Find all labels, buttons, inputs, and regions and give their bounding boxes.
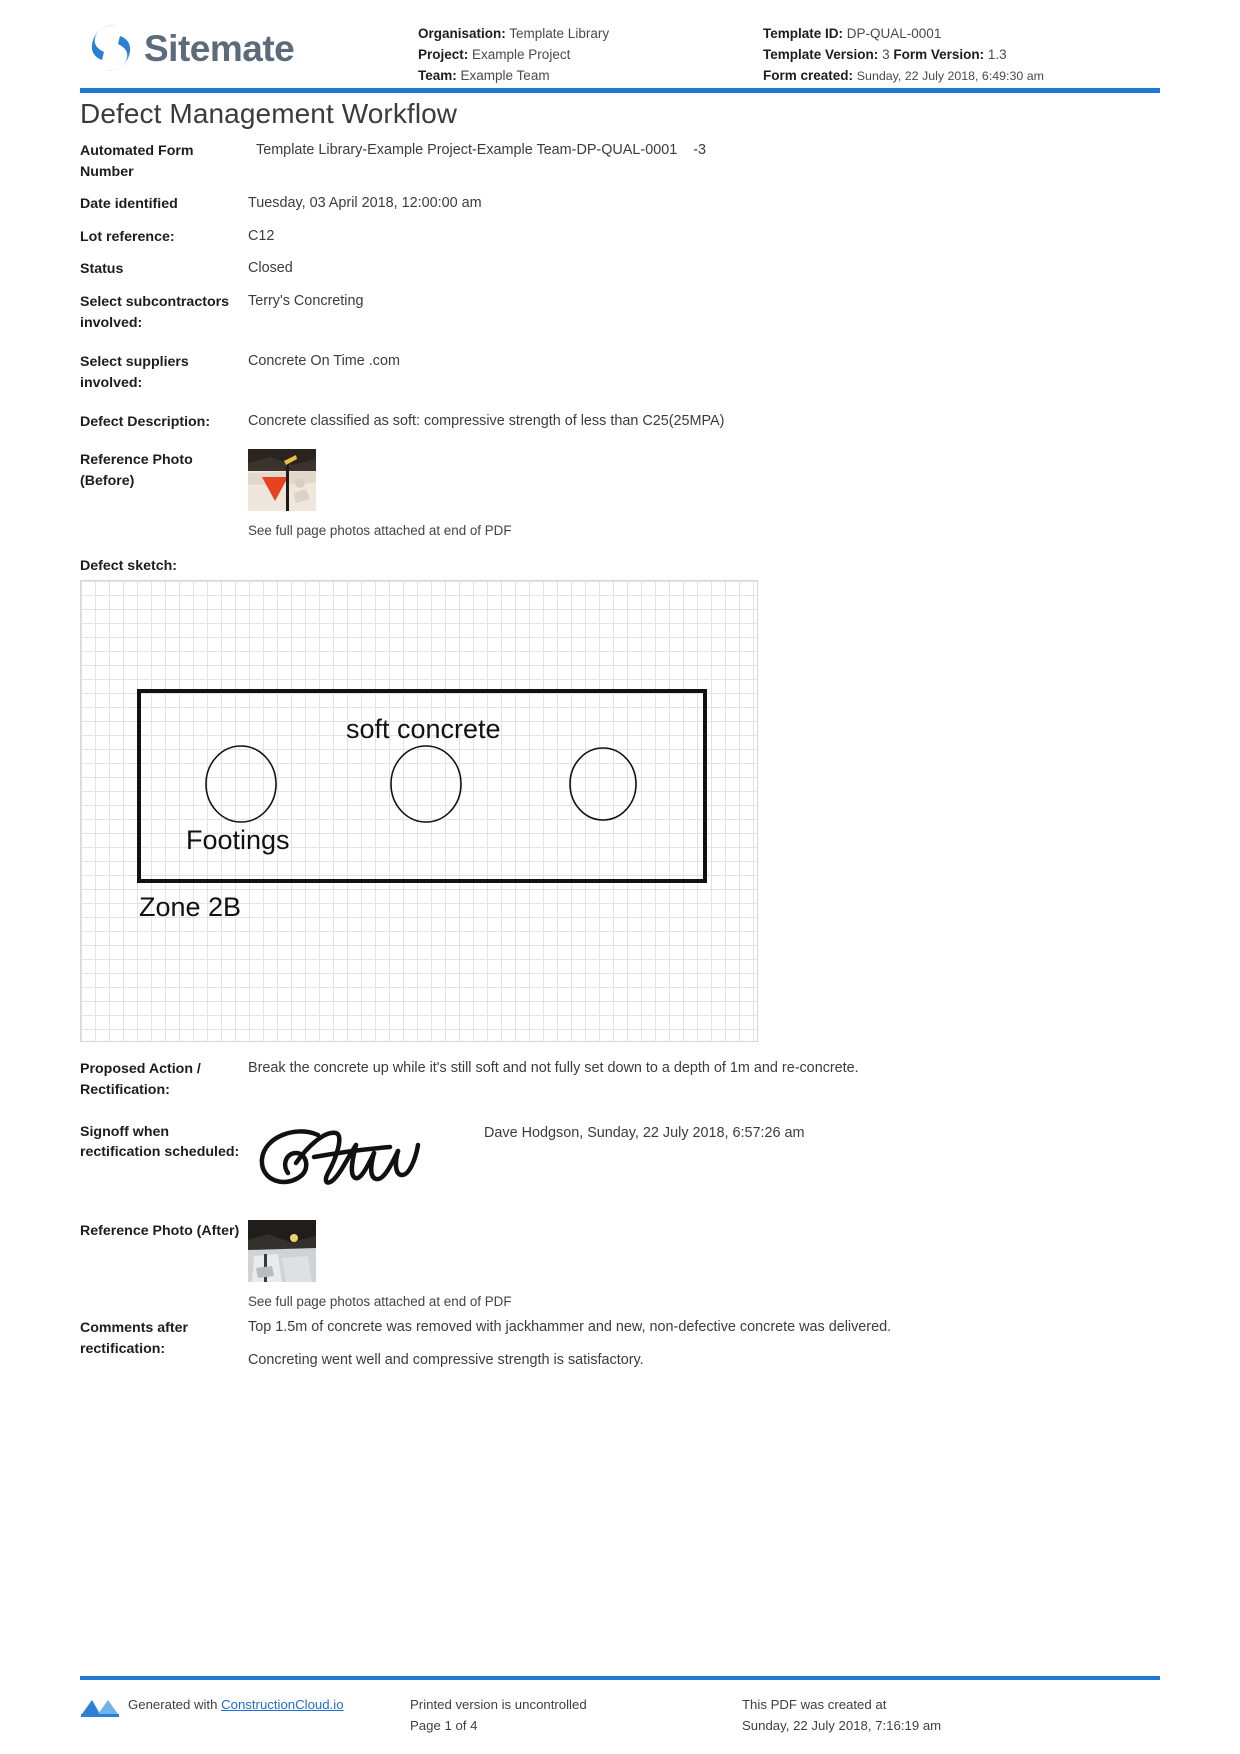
field-value: Template Library-Example Project-Example… [248,140,1160,161]
automated-form-number-value: Template Library-Example Project-Example… [256,142,678,158]
field-suppliers: Select suppliers involved: Concrete On T… [80,351,1160,393]
constructioncloud-logo-icon [80,1696,120,1718]
field-reference-photo-before: Reference Photo (Before) See full page p… [80,448,1160,540]
field-value: C12 [248,227,275,244]
automated-form-number-suffix: -3 [693,142,707,158]
field-label: Defect Description: [80,414,211,431]
field-value: See full page photos attached at end of … [248,448,1160,540]
field-value: Tuesday, 03 April 2018, 12:00:00 am [248,195,482,212]
sitemate-logo-icon [88,22,134,74]
header-divider [80,88,1160,93]
pdf-page: Sitemate Organisation: Template Library … [0,0,1240,1754]
field-reference-photo-after: Reference Photo (After) See full page ph… [80,1219,1160,1311]
header-project-value: Example Project [472,46,571,62]
brand-logo: Sitemate [88,18,418,74]
header-form-created-row: Form created: Sunday, 22 July 2018, 6:49… [763,66,1044,87]
field-value: Break the concrete up while it's still s… [248,1060,859,1077]
defect-sketch-canvas[interactable]: soft concrete Footings Zone 2B [80,580,758,1043]
field-lot-reference: Lot reference: C12 [80,226,1160,248]
field-label: Select subcontractors involved: [80,293,230,331]
footer-created-at-value: Sunday, 22 July 2018, 7:16:19 am [742,1717,942,1733]
document-body: Defect Management Workflow Automated For… [0,98,1240,1371]
footer-page-number: Page 1 of 4 [410,1717,478,1733]
brand-name: Sitemate [144,27,295,69]
thumbnail-wrapper-after: See full page photos attached at end of … [248,1219,1160,1311]
field-value: Top 1.5m of concrete was removed with ja… [248,1317,1160,1371]
header-meta-right: Template ID: DP-QUAL-0001 Template Versi… [763,18,1044,87]
header-template-version-value: 3 [882,46,890,62]
header-organisation-row: Organisation: Template Library [418,24,763,45]
header-team-label: Team: [418,67,457,83]
field-label: Date identified [80,196,178,213]
header-form-created-label: Form created: [763,67,854,83]
handwritten-signature-icon [256,1123,484,1200]
field-date-identified: Date identified Tuesday, 03 April 2018, … [80,193,1160,215]
document-header: Sitemate Organisation: Template Library … [0,0,1240,83]
signoff-value: Dave Hodgson, Sunday, 22 July 2018, 6:57… [484,1124,805,1141]
header-template-version-label: Template Version: [763,46,879,62]
header-form-created-value: Sunday, 22 July 2018, 6:49:30 am [856,68,1044,83]
footer-divider [80,1676,1160,1680]
constructioncloud-link[interactable]: ConstructionCloud.io [221,1697,343,1712]
header-template-id-value: DP-QUAL-0001 [846,26,942,41]
comment-line-2: Concreting went well and compressive str… [248,1351,644,1368]
document-footer: Generated with ConstructionCloud.io Prin… [80,1695,1160,1736]
footer-created-at: This PDF was created at Sunday, 22 July … [742,1695,1160,1736]
photo-thumbnail-before-icon[interactable] [248,448,316,511]
page-title: Defect Management Workflow [80,98,458,129]
sketch-annotation-soft-concrete: soft concrete [346,714,501,744]
comment-line-1: Top 1.5m of concrete was removed with ja… [248,1319,892,1335]
header-organisation-value: Template Library [509,26,610,41]
field-label: Automated Form Number [80,143,194,180]
field-signoff: Signoff when rectification scheduled: Da… [80,1121,1160,1200]
thumbnail-wrapper-before: See full page photos attached at end of … [248,448,1160,540]
header-template-id-row: Template ID: DP-QUAL-0001 [763,24,1044,45]
header-form-version-label: Form Version: [893,46,985,62]
footer-generated-text: Generated with ConstructionCloud.io [128,1695,344,1715]
header-template-id-label: Template ID: [763,26,844,41]
field-value: Concrete classified as soft: compressive… [248,413,725,430]
field-label: Lot reference: [80,228,175,245]
status-badge: Closed [248,260,293,277]
field-value: Terry's Concreting [248,292,364,309]
header-meta-left: Organisation: Template Library Project: … [418,18,763,87]
footer-generated-prefix: Generated with [128,1697,218,1713]
defect-sketch-label: Defect sketch: [80,558,177,575]
header-organisation-label: Organisation: [418,26,506,41]
field-subcontractors: Select subcontractors involved: Terry's … [80,291,1160,333]
field-automated-form-number: Automated Form Number Template Library-E… [80,140,1160,182]
sketch-annotation-zone: Zone 2B [139,892,241,922]
thumbnail-caption: See full page photos attached at end of … [248,1293,512,1309]
photo-thumbnail-after-icon[interactable] [248,1219,316,1282]
field-label: Select suppliers involved: [80,354,189,391]
field-label: Status [80,261,124,278]
header-project-row: Project: Example Project [418,45,763,66]
field-value: Concrete On Time .com [248,353,400,370]
thumbnail-caption: See full page photos attached at end of … [248,522,512,538]
header-team-row: Team: Example Team [418,66,763,87]
field-status: Status Closed [80,258,1160,280]
field-label: Proposed Action / Rectification: [80,1061,201,1098]
header-project-label: Project: [418,46,469,62]
header-form-version-value: 1.3 [987,46,1007,62]
field-label: Reference Photo (After) [80,1222,240,1239]
header-versions-row: Template Version: 3 Form Version: 1.3 [763,45,1044,66]
field-value: See full page photos attached at end of … [248,1219,1160,1311]
sketch-annotation-footings: Footings [186,825,290,855]
footer-created-at-label: This PDF was created at [742,1697,887,1713]
field-proposed-action: Proposed Action / Rectification: Break t… [80,1058,1160,1100]
footer-generated-with: Generated with ConstructionCloud.io [80,1695,410,1736]
field-label: Signoff when rectification scheduled: [80,1123,240,1161]
field-defect-description: Defect Description: Concrete classified … [80,411,1160,433]
footer-print-notice: Printed version is uncontrolled Page 1 o… [410,1695,742,1736]
field-label: Comments after rectification: [80,1320,189,1357]
signature-block [248,1121,484,1200]
field-comments-after-rectification: Comments after rectification: Top 1.5m o… [80,1317,1160,1371]
header-team-value: Example Team [460,67,550,83]
field-label: Reference Photo (Before) [80,451,193,489]
footer-uncontrolled-notice: Printed version is uncontrolled [410,1697,587,1713]
